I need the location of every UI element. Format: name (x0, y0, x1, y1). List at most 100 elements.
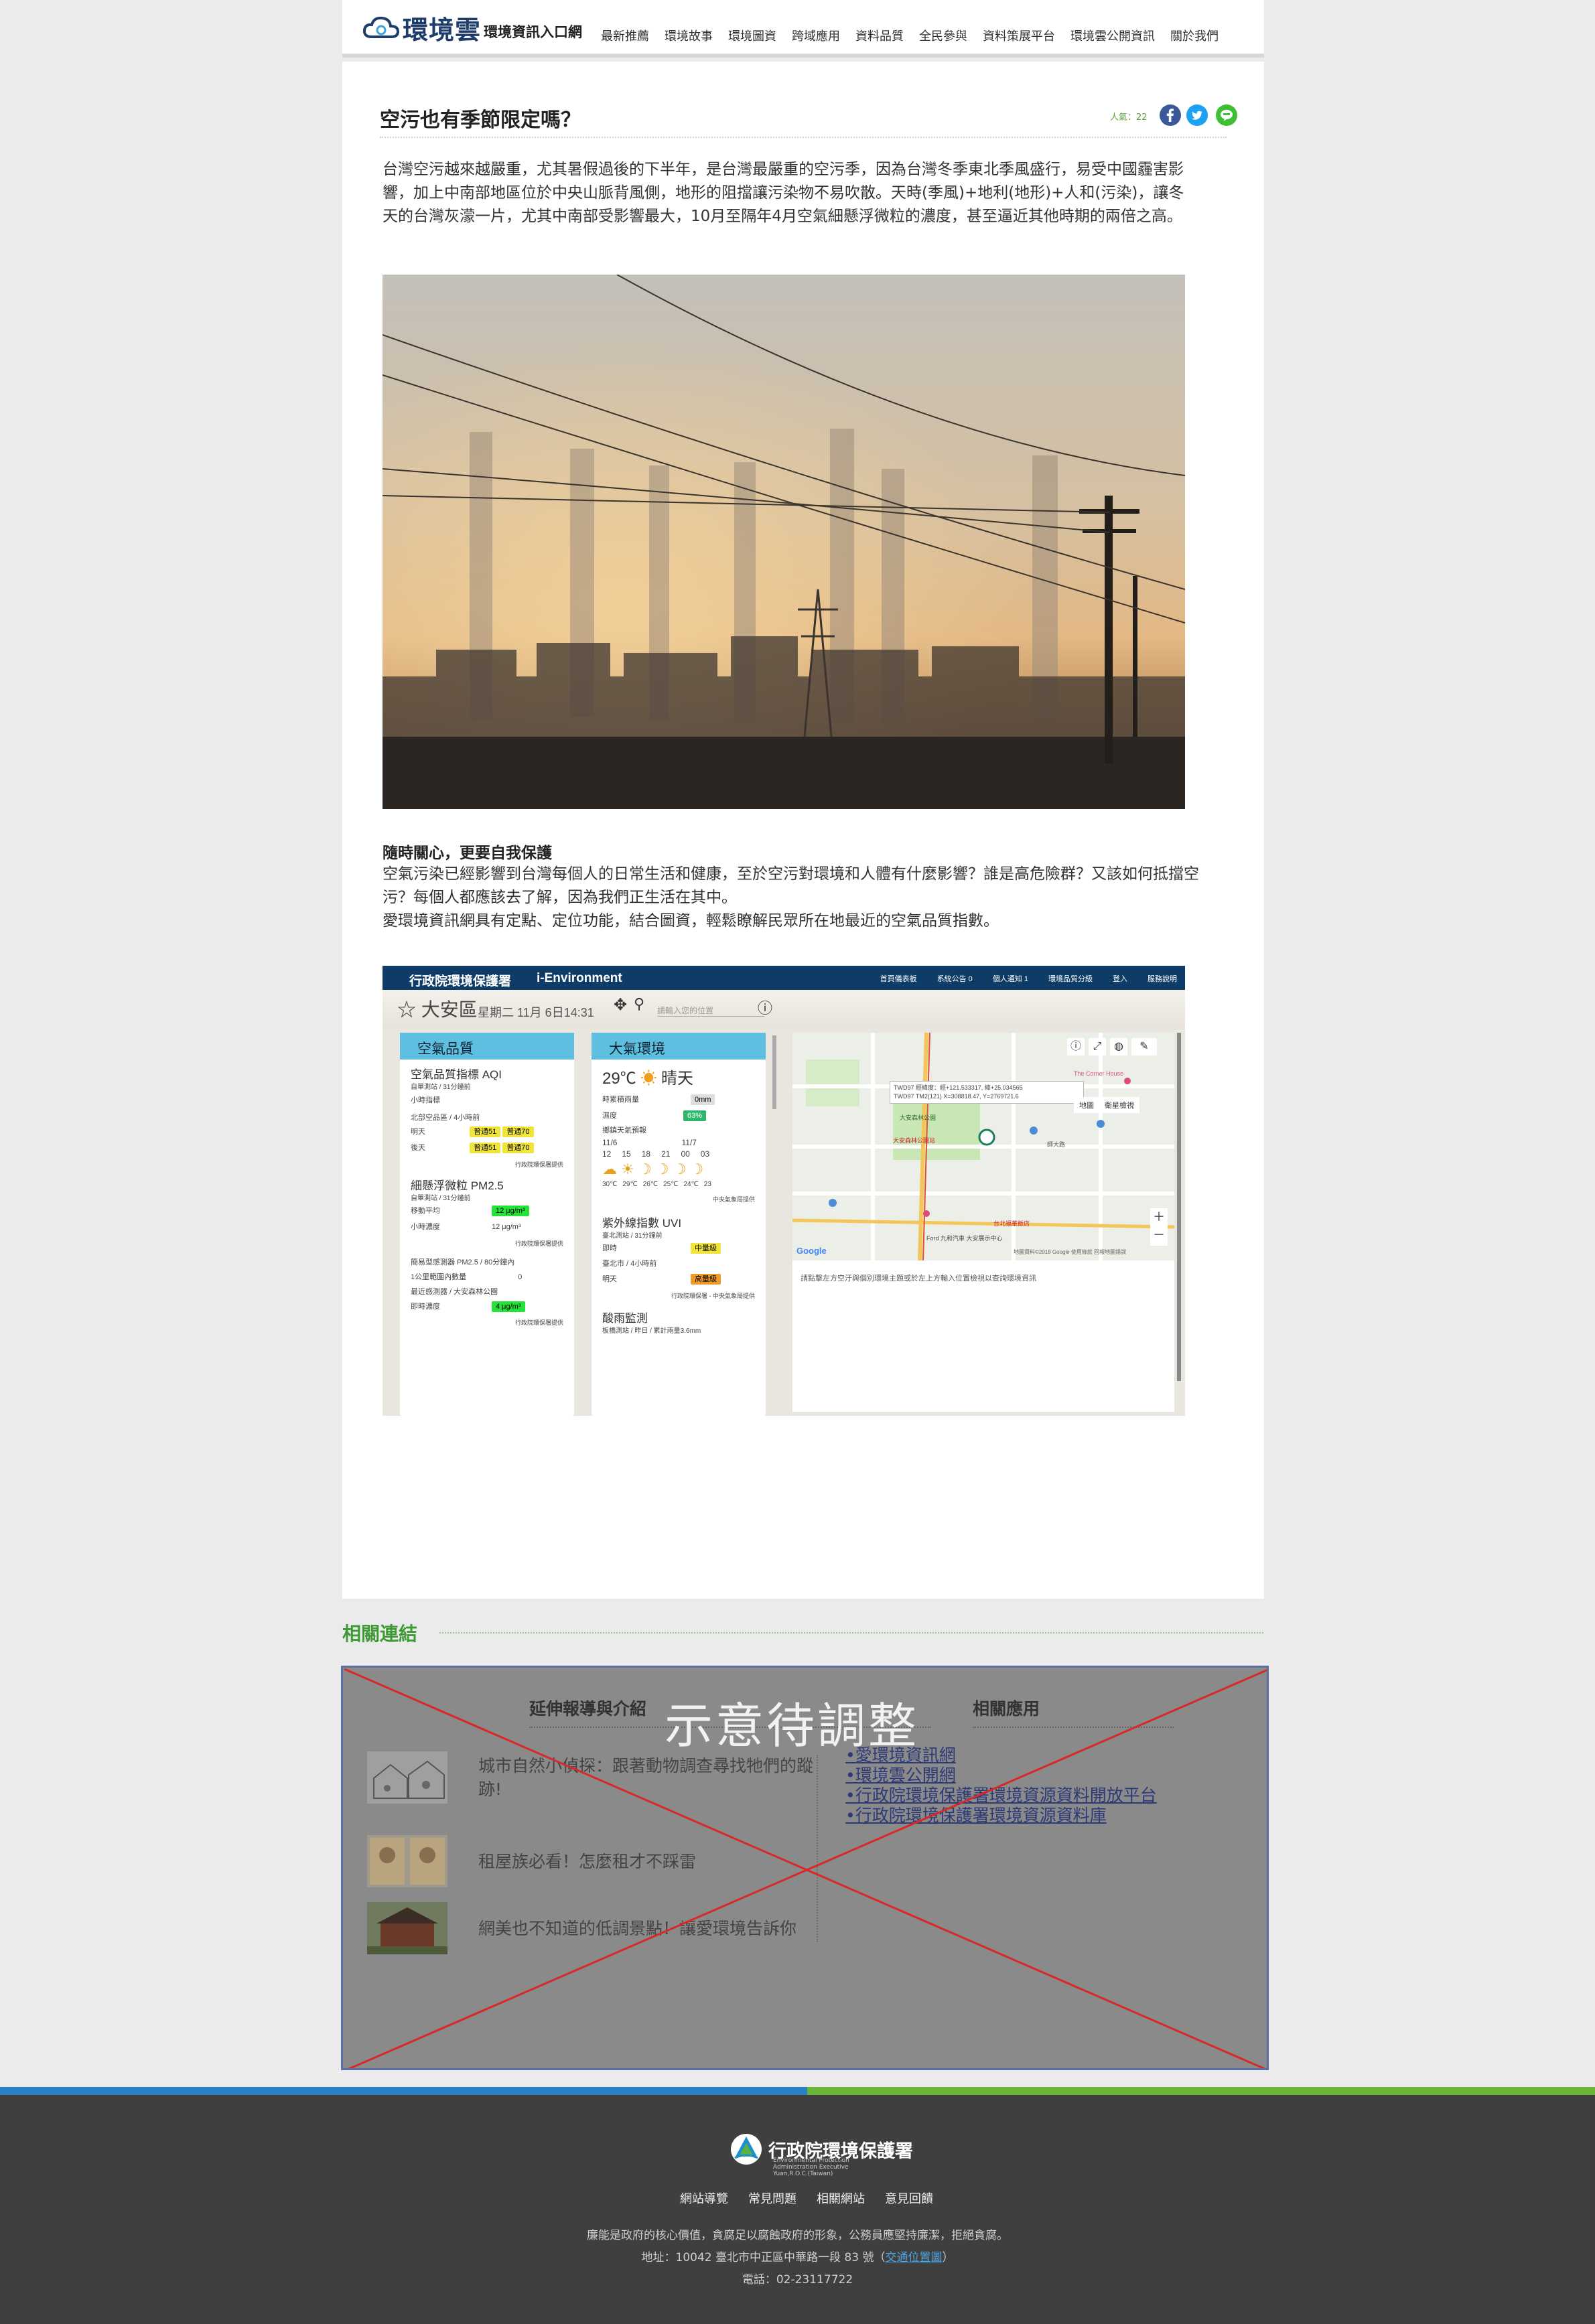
aqi-source: 行政院環保署提供 (514, 1161, 563, 1168)
pm-row-avg: 移動平均 12 μg/m³ (411, 1203, 563, 1219)
screenshot-search-input: 請輸入您的位置 (657, 1001, 764, 1017)
nav-item-participation[interactable]: 全民參與 (919, 27, 967, 44)
panel-title: 空氣品質 (400, 1033, 574, 1060)
air-quality-panel: 空氣品質 空氣品質指標 AQI 自單測站 / 31分鐘前 小時指標 北部空品區 … (400, 1033, 574, 1416)
epa-logo-icon (731, 2134, 762, 2165)
main-nav: 最新推薦 環境故事 環境圖資 跨域應用 資料品質 全民參與 資料策展平台 環境雲… (601, 27, 1219, 44)
nav-item-data-quality[interactable]: 資料品質 (855, 27, 904, 44)
paragraph-line: 空氣污染已經影響到台灣每個人的日常生活和健康，至於空污對環境和人體有什麼影響？誰… (383, 865, 1199, 906)
pm-row-hour: 小時濃度 12 μg/m³ (411, 1223, 521, 1231)
uvi-sub: 臺北測站 / 31分鐘前 (602, 1232, 663, 1240)
crosshair-icon: ✥ (614, 996, 628, 1014)
red-x-overlay (344, 1668, 1267, 2068)
article-card: 空污也有季節限定嗎？ 人氣：22 台灣空污越來越嚴重，尤其暑假過後的下半年，是台… (342, 62, 1264, 1599)
uvi-forecast-label: 臺北市 / 4小時前 (602, 1260, 657, 1268)
weather-panel: 大氣環境 29℃ ☀ 晴天 時累積雨量 0mm 濕度 63% 鄉鎮天氣預報 11… (592, 1033, 766, 1416)
footer-link-related[interactable]: 相關網站 (817, 2189, 865, 2207)
site-header: 環境雲 環境資訊入口網 最新推薦 環境故事 環境圖資 跨域應用 資料品質 全民參… (342, 0, 1264, 58)
zoom-controls: ＋－ (1150, 1208, 1168, 1246)
map-label: 師大路 (1047, 1141, 1066, 1148)
nav-item-cross-domain[interactable]: 跨域應用 (792, 27, 840, 44)
section-subheading: 隨時關心，更要自我保護 (383, 845, 552, 862)
nav-item-stories[interactable]: 環境故事 (665, 27, 713, 44)
map-panel: TWD97 經緯度：經+121.533317, 緯+25.034565 TWD9… (792, 1033, 1174, 1412)
screenshot-district: ☆ 大安區 (397, 999, 478, 1020)
line-icon (1216, 104, 1237, 126)
sun-icon: ☀ (640, 1070, 657, 1088)
screenshot-link: 登入 (1113, 975, 1127, 983)
aqi-row-tomorrow: 明天 普通51 普通70 (411, 1124, 563, 1140)
tab-map: 地圖 (1079, 1102, 1094, 1110)
aqi-sub: 自單測站 / 31分鐘前 (411, 1084, 471, 1091)
acid-rain-label: 酸雨監測 (602, 1312, 648, 1325)
nav-item-latest[interactable]: 最新推薦 (601, 27, 649, 44)
map-toolbar: ⓘ ⤢ ◍ ✎ (1067, 1038, 1157, 1056)
map-popup-sub: TWD97 TM2(121) X=308818.47, Y=2769721.6 (894, 1093, 1019, 1100)
map-label: 台北福華飯店 (993, 1220, 1030, 1227)
facebook-share-button[interactable] (1160, 104, 1181, 126)
title-divider (380, 137, 1227, 138)
screenshot-top-links: 首頁儀表板 系統公告 0 個人通知 1 環境品質分級 登入 服務說明 (880, 973, 1177, 984)
globe-icon: ◍ (1110, 1038, 1127, 1056)
forecast-days: 11/6 11/7 (602, 1138, 697, 1147)
article-title: 空污也有季節限定嗎？ (380, 108, 581, 132)
screenshot-link: 首頁儀表板 (880, 975, 917, 983)
screenshot-link: 服務說明 (1148, 975, 1177, 983)
forecast-label: 鄉鎮天氣預報 (602, 1127, 646, 1135)
article-photo-power-plant (383, 275, 1185, 809)
pm-sub: 自單測站 / 31分鐘前 (411, 1195, 471, 1202)
article-paragraph-2: 空氣污染已經影響到台灣每個人的日常生活和健康，至於空污對環境和人體有什麼影響？誰… (383, 863, 1213, 933)
map-label: The Corner House (1074, 1070, 1124, 1077)
nav-item-maps[interactable]: 環境圖資 (728, 27, 776, 44)
info-icon: ⓘ (758, 1000, 773, 1017)
forecast-hours: 12 15 18 21 00 03 (602, 1149, 710, 1159)
footer-phone-line: 電話：02-23117722 (742, 2273, 853, 2286)
logo-subtitle: 環境資訊入口網 (484, 24, 583, 40)
nav-item-public-info[interactable]: 環境雲公開資訊 (1070, 27, 1155, 44)
article-paragraph: 台灣空污越來越嚴重，尤其暑假過後的下半年，是台灣最嚴重的空污季，因為台灣冬季東北… (383, 161, 1184, 225)
screenshot-site-name: i-Environment (537, 971, 622, 985)
related-links-title: 相關連結 (342, 1623, 418, 1645)
twitter-share-button[interactable] (1186, 104, 1208, 126)
nav-item-curation[interactable]: 資料策展平台 (983, 27, 1055, 44)
screenshot-agency: 行政院環境保護署 (409, 974, 512, 989)
site-logo[interactable]: 環境雲 環境資訊入口網 (362, 11, 583, 45)
map-label: Ford 九和汽車 大安展示中心 (926, 1235, 1003, 1242)
facebook-icon (1160, 104, 1181, 126)
cloud-icon (362, 14, 400, 41)
map-note: 請點擊左方空汙與個別環境主題或於左上方輸入位置檢視以查詢環境資訊 (801, 1275, 1036, 1283)
footer-address-line: 地址：10042 臺北市中正區中華路一段 83 號（交通位置圖） (641, 2251, 954, 2264)
map-popup-title: TWD97 經緯度：經+121.533317, 緯+25.034565 (894, 1084, 1023, 1091)
near-sensor-row: 即時濃度 4 μg/m³ (411, 1299, 563, 1314)
aqi-row-after: 後天 普通51 普通70 (411, 1140, 563, 1156)
rain-row: 時累積雨量 0mm (602, 1092, 755, 1108)
scrollbar (772, 1035, 776, 1109)
footer-color-strip (0, 2087, 1595, 2095)
screenshot-date: 星期二 11月 6日14:31 (478, 1006, 594, 1019)
related-links-panel: 延伸報導與介紹 相關應用 示意待調整 城市自然小偵探：跟著動物調查尋找牠們的蹤跡… (341, 1666, 1269, 2070)
sensor-row: 1公里範圍內數量 0 (411, 1273, 523, 1281)
map-popup: TWD97 經緯度：經+121.533317, 緯+25.034565 TWD9… (890, 1081, 1084, 1104)
i-environment-screenshot: 行政院環境保護署 i-Environment 首頁儀表板 系統公告 0 個人通知… (383, 966, 1185, 1416)
line-share-button[interactable] (1216, 104, 1237, 126)
site-footer: 行政院環境保護署 Environmental Protection Admini… (0, 2095, 1595, 2324)
traffic-map-link[interactable]: 交通位置圖 (885, 2251, 942, 2264)
logo-title: 環境雲 (403, 15, 482, 45)
forecast-icons: ☁ ☀ ☽ ☽ ☽ ☽ (602, 1161, 704, 1177)
aqi-forecast-label: 北部空品區 / 4小時前 (411, 1114, 480, 1122)
twitter-icon (1186, 104, 1208, 126)
map-label: 大安森林公園 (900, 1114, 937, 1121)
humid-row: 濕度 63% (602, 1108, 755, 1124)
footer-link-sitemap[interactable]: 網站導覽 (680, 2189, 728, 2207)
uvi-label: 紫外線指數 UVI (602, 1217, 682, 1230)
search-icon: ⚲ (634, 995, 645, 1012)
nav-item-about[interactable]: 關於我們 (1170, 27, 1219, 44)
footer-links: 網站導覽 常見問題 相關網站 意見回饋 (680, 2189, 933, 2207)
uvi-forecast-row: 明天 高量級 (602, 1271, 755, 1287)
footer-link-faq[interactable]: 常見問題 (748, 2189, 796, 2207)
footer-link-feedback[interactable]: 意見回饋 (885, 2189, 933, 2207)
info-icon: ⓘ (1067, 1038, 1085, 1056)
scrollbar (1177, 1033, 1181, 1381)
screenshot-link: 環境品質分級 (1048, 975, 1093, 983)
related-links-divider (439, 1632, 1263, 1633)
